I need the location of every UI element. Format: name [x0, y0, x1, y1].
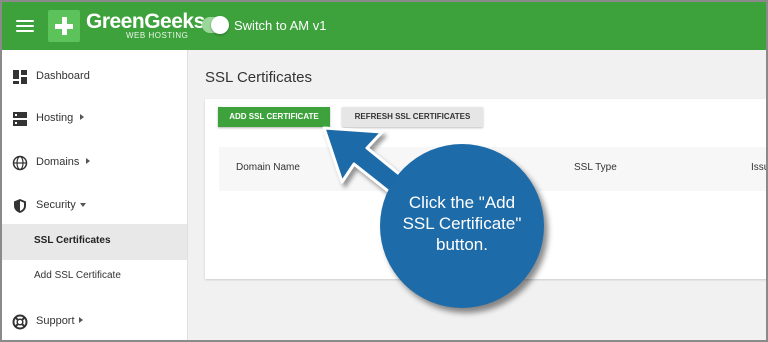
- callout-line: SSL Certificate": [402, 214, 522, 233]
- callout-line: Click the "Add: [408, 193, 516, 212]
- callout-arrow: [322, 126, 416, 204]
- instruction-callout: Click the "Add SSL Certificate" button.: [380, 144, 544, 308]
- callout-line: button.: [436, 235, 488, 254]
- screenshot-frame: GreenGeeks WEB HOSTING Switch to AM v1 D…: [0, 0, 768, 342]
